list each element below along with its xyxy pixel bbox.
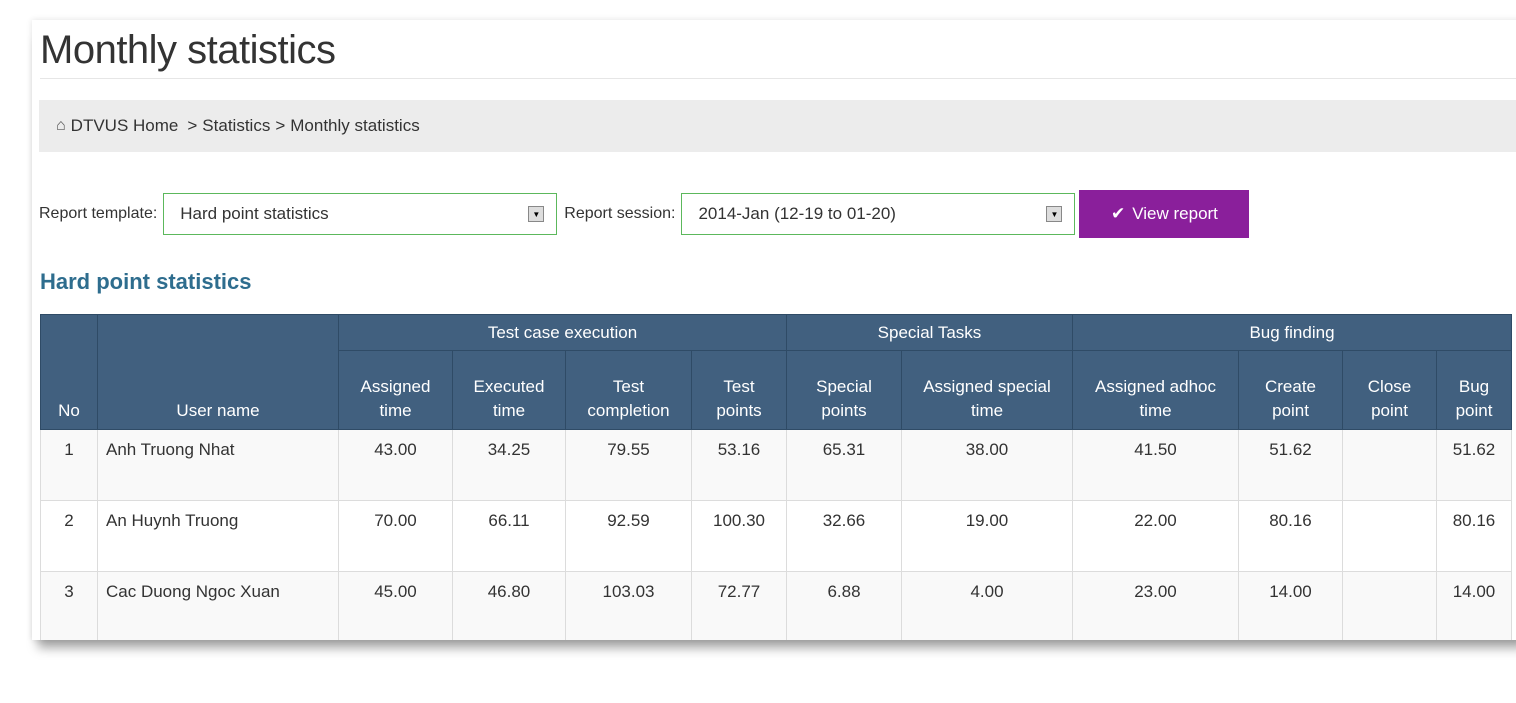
cell-bug-point: 14.00	[1436, 571, 1512, 640]
column-header-create-point[interactable]: Create point	[1238, 350, 1343, 430]
report-session-label: Report session:	[564, 205, 676, 222]
cell-special-points: 32.66	[786, 500, 902, 572]
cell-assigned-time: 70.00	[338, 500, 453, 572]
cell-test-completion: 103.03	[565, 571, 692, 640]
cell-bug-point: 51.62	[1436, 429, 1512, 501]
home-icon[interactable]: ⌂	[56, 117, 66, 135]
header-line: Assigned special	[923, 377, 1051, 396]
group-header-test-case: Test case execution	[338, 314, 787, 351]
header-line: Assigned adhoc	[1095, 377, 1216, 396]
page-title: Monthly statistics	[40, 28, 336, 72]
column-header-assigned-special-time[interactable]: Assigned special time	[901, 350, 1073, 430]
report-template-value: Hard point statistics	[180, 204, 329, 223]
cell-special-points: 6.88	[786, 571, 902, 640]
report-template-label: Report template:	[39, 205, 158, 222]
column-header-bug-point[interactable]: Bug point	[1436, 350, 1512, 430]
cell-user-name: Cac Duong Ngoc Xuan	[97, 571, 339, 640]
table-row: 2 An Huynh Truong 70.00 66.11 92.59 100.…	[40, 500, 1512, 572]
breadcrumb: ⌂ DTVUS Home > Statistics > Monthly stat…	[39, 100, 1516, 152]
group-header-bug-finding: Bug finding	[1072, 314, 1512, 351]
header-line: Close	[1367, 377, 1412, 396]
header-line: points	[821, 401, 867, 420]
dropdown-arrow-icon[interactable]: ▼	[528, 206, 545, 222]
cell-bug-point: 80.16	[1436, 500, 1512, 572]
header-line: point	[1371, 401, 1408, 420]
dropdown-arrow-icon[interactable]: ▼	[1046, 206, 1063, 222]
header-line: Executed	[473, 377, 545, 396]
column-header-test-points[interactable]: Test points	[691, 350, 787, 430]
cell-user-name: An Huynh Truong	[97, 500, 339, 572]
header-line: Create	[1264, 377, 1317, 396]
cell-create-point: 80.16	[1238, 500, 1343, 572]
column-header-close-point[interactable]: Close point	[1342, 350, 1437, 430]
cell-assigned-special-time: 4.00	[901, 571, 1073, 640]
cell-close-point	[1342, 429, 1437, 501]
header-line: Assigned	[360, 377, 431, 396]
cell-assigned-special-time: 19.00	[901, 500, 1073, 572]
view-report-label: View report	[1132, 204, 1218, 223]
header-line: completion	[587, 401, 670, 420]
header-line: time	[970, 401, 1004, 420]
breadcrumb-separator: >	[275, 116, 286, 135]
cell-test-points: 53.16	[691, 429, 787, 501]
cell-assigned-adhoc-time: 41.50	[1072, 429, 1239, 501]
header-line: time	[379, 401, 412, 420]
header-line: point	[1455, 401, 1493, 420]
group-header-special-tasks: Special Tasks	[786, 314, 1073, 351]
cell-assigned-time: 43.00	[338, 429, 453, 501]
table-row: 1 Anh Truong Nhat 43.00 34.25 79.55 53.1…	[40, 429, 1512, 501]
report-filter-row: Report template: Hard point statistics ▼…	[39, 190, 1250, 238]
header-line: Bug	[1458, 377, 1490, 396]
cell-assigned-adhoc-time: 23.00	[1072, 571, 1239, 640]
cell-assigned-time: 45.00	[338, 571, 453, 640]
cell-assigned-adhoc-time: 22.00	[1072, 500, 1239, 572]
cell-executed-time: 46.80	[452, 571, 566, 640]
report-session-value: 2014-Jan (12-19 to 01-20)	[698, 204, 896, 223]
cell-user-name: Anh Truong Nhat	[97, 429, 339, 501]
statistics-panel: Monthly statistics ⌂ DTVUS Home > Statis…	[32, 20, 1516, 640]
cell-no: 1	[40, 429, 98, 501]
cell-test-completion: 92.59	[565, 500, 692, 572]
column-header-test-completion[interactable]: Test completion	[565, 350, 692, 430]
column-header-assigned-adhoc-time[interactable]: Assigned adhoc time	[1072, 350, 1239, 430]
breadcrumb-home[interactable]: DTVUS Home	[71, 116, 179, 136]
column-header-user-name[interactable]: User name	[97, 314, 339, 430]
section-title: Hard point statistics	[40, 269, 252, 294]
cell-no: 2	[40, 500, 98, 572]
column-header-assigned-time[interactable]: Assigned time	[338, 350, 453, 430]
cell-special-points: 65.31	[786, 429, 902, 501]
header-line: time	[492, 401, 526, 420]
cell-executed-time: 34.25	[452, 429, 566, 501]
header-line: time	[1139, 401, 1172, 420]
check-icon: ✔	[1110, 204, 1126, 223]
column-header-no[interactable]: No	[40, 314, 98, 430]
breadcrumb-separator: >	[187, 116, 198, 135]
title-divider	[40, 78, 1516, 79]
cell-create-point: 14.00	[1238, 571, 1343, 640]
report-session-select[interactable]: 2014-Jan (12-19 to 01-20) ▼	[681, 193, 1076, 235]
breadcrumb-statistics[interactable]: Statistics	[202, 116, 270, 136]
header-line: Test	[723, 377, 755, 396]
cell-test-completion: 79.55	[565, 429, 692, 501]
header-line: point	[1272, 401, 1309, 420]
table-row: 3 Cac Duong Ngoc Xuan 45.00 46.80 103.03…	[40, 571, 1512, 640]
header-line: Test	[612, 377, 645, 396]
table-group-header-row: No User name Test case execution Special…	[40, 314, 1512, 430]
header-line: points	[716, 401, 762, 420]
cell-create-point: 51.62	[1238, 429, 1343, 501]
cell-close-point	[1342, 571, 1437, 640]
column-header-executed-time[interactable]: Executed time	[452, 350, 566, 430]
report-template-select[interactable]: Hard point statistics ▼	[163, 193, 558, 235]
cell-no: 3	[40, 571, 98, 640]
view-report-button[interactable]: ✔ View report	[1079, 190, 1250, 238]
breadcrumb-current: Monthly statistics	[290, 116, 420, 135]
cell-close-point	[1342, 500, 1437, 572]
cell-test-points: 100.30	[691, 500, 787, 572]
cell-test-points: 72.77	[691, 571, 787, 640]
header-line: Special	[816, 377, 872, 396]
cell-executed-time: 66.11	[452, 500, 566, 572]
column-header-special-points[interactable]: Special points	[786, 350, 902, 430]
hard-point-table: No User name Test case execution Special…	[40, 314, 1512, 640]
cell-assigned-special-time: 38.00	[901, 429, 1073, 501]
